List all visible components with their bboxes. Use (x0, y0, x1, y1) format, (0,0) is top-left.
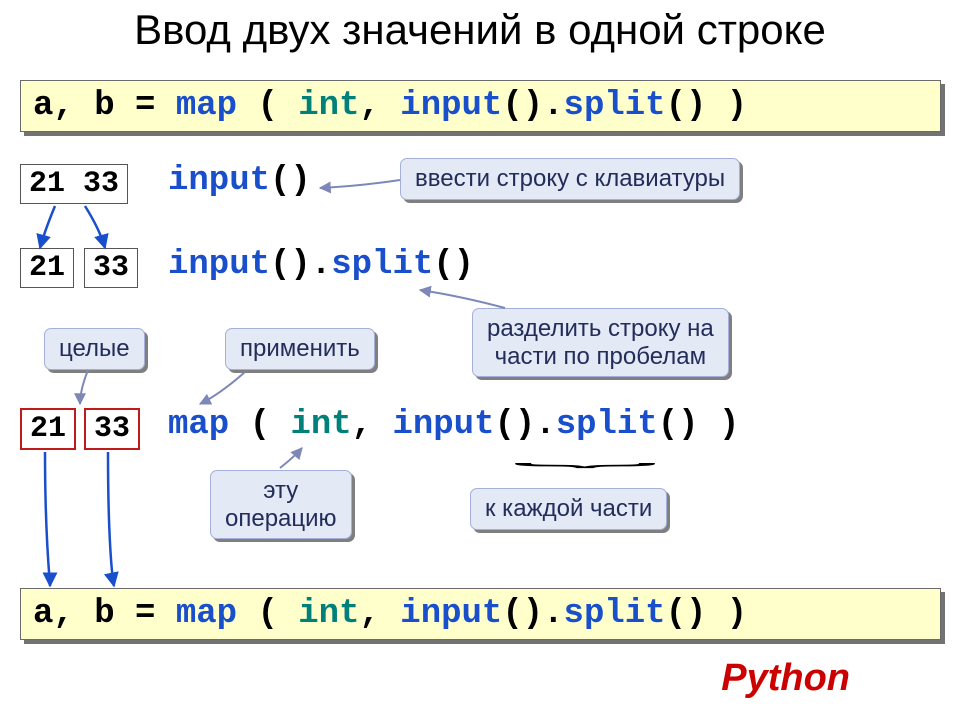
value-box-21-int: 21 (20, 408, 76, 450)
code-token: input (400, 595, 502, 633)
code-token: input (168, 246, 270, 284)
code-token: () ) (666, 595, 748, 633)
code-token: , (359, 87, 400, 125)
callout-this-operation: эту операцию (210, 470, 352, 539)
code-token: ( (229, 406, 290, 444)
code-token: int (298, 595, 359, 633)
callout-split-by-spaces: разделить строку на части по пробелам (472, 308, 729, 377)
code-token: input (392, 406, 494, 444)
page-title: Ввод двух значений в одной строке (0, 6, 960, 54)
code-token: () (270, 162, 311, 200)
code-token: split (556, 406, 658, 444)
callout-keyboard-input: ввести строку с клавиатуры (400, 158, 740, 200)
callout-line: эту (263, 477, 298, 504)
footer-language: Python (721, 657, 850, 700)
code-token: int (298, 87, 359, 125)
code-token: () ) (658, 406, 740, 444)
value-box-33-int: 33 (84, 408, 140, 450)
code-line-input: input() (168, 162, 311, 200)
callout-line: части по пробелам (495, 343, 707, 370)
code-token: map (176, 87, 237, 125)
brace-icon: ⏟ (513, 442, 658, 467)
code-token: split (564, 595, 666, 633)
code-token: input (400, 87, 502, 125)
code-token: int (290, 406, 351, 444)
value-box-33: 33 (84, 248, 138, 288)
code-token: , (352, 406, 393, 444)
callout-integers: целые (44, 328, 145, 370)
code-token: ( (237, 87, 298, 125)
code-line-input-split: input().split() (168, 246, 474, 284)
code-token: input (168, 162, 270, 200)
callout-each-part: к каждой части (470, 488, 667, 530)
code-line-map: map ( int, input().split() ) (168, 406, 739, 444)
value-box-pair: 21 33 (20, 164, 128, 204)
code-token: (). (495, 406, 556, 444)
code-token: map (176, 595, 237, 633)
code-token: (). (502, 87, 563, 125)
code-token: map (168, 406, 229, 444)
callout-apply: применить (225, 328, 375, 370)
code-token: split (331, 246, 433, 284)
code-token: () (433, 246, 474, 284)
code-token: split (564, 87, 666, 125)
code-token: (). (502, 595, 563, 633)
code-token: a, b = (33, 87, 176, 125)
callout-line: разделить строку на (487, 315, 714, 342)
code-token: , (359, 595, 400, 633)
value-box-21: 21 (20, 248, 74, 288)
code-token: () ) (666, 87, 748, 125)
code-token: a, b = (33, 595, 176, 633)
code-bar-bottom: a, b = map ( int, input().split() ) (20, 588, 941, 640)
code-bar-top: a, b = map ( int, input().split() ) (20, 80, 941, 132)
code-token: ( (237, 595, 298, 633)
callout-line: операцию (225, 505, 337, 532)
code-token: (). (270, 246, 331, 284)
